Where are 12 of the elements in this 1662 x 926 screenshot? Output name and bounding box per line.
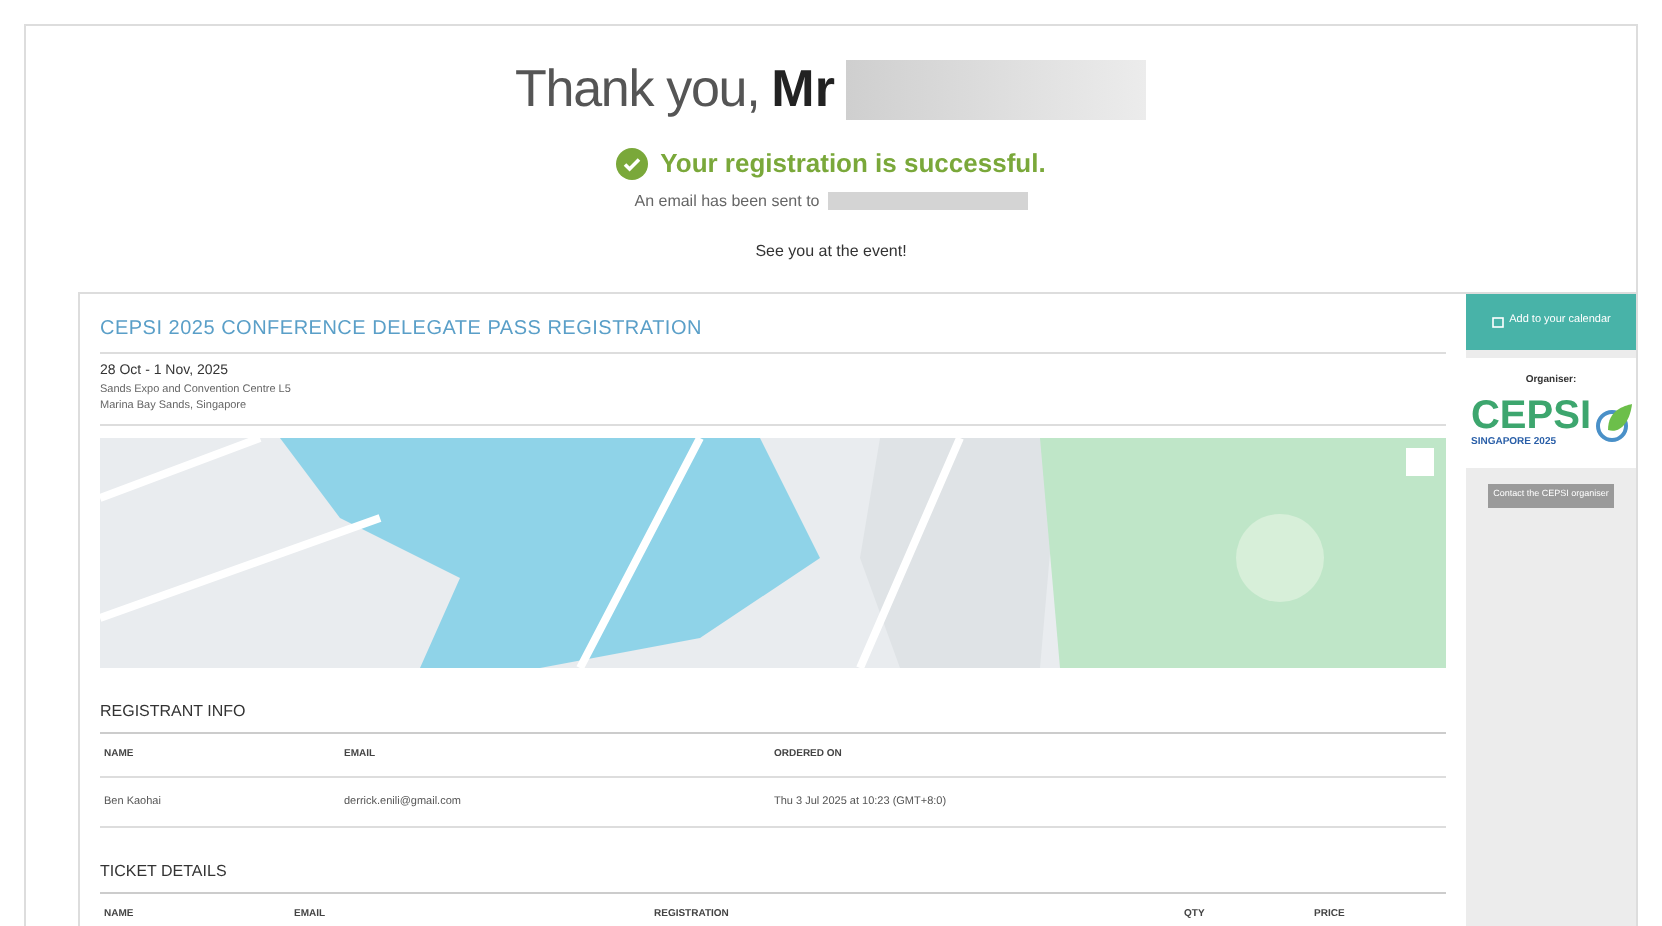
- greeting-heading: Thank you,: [515, 56, 760, 122]
- globe-leaf-icon: [1595, 401, 1632, 446]
- logo-text: CEPSI: [1470, 396, 1592, 436]
- event-title: CEPSI 2025 CONFERENCE DELEGATE PASS REGISTRATION: [100, 313, 1446, 353]
- email-note: An email has been sent to: [634, 189, 820, 213]
- salutation: Mr: [771, 56, 835, 122]
- check-circle-icon: [616, 147, 649, 180]
- calendar-icon: [1491, 315, 1504, 327]
- section-title: TICKET DETAILS: [100, 860, 1446, 895]
- closing-text: See you at the event!: [755, 239, 907, 263]
- section-title: REGISTRANT INFO: [100, 699, 1446, 733]
- success-message: Your registration is successful.: [660, 146, 1046, 182]
